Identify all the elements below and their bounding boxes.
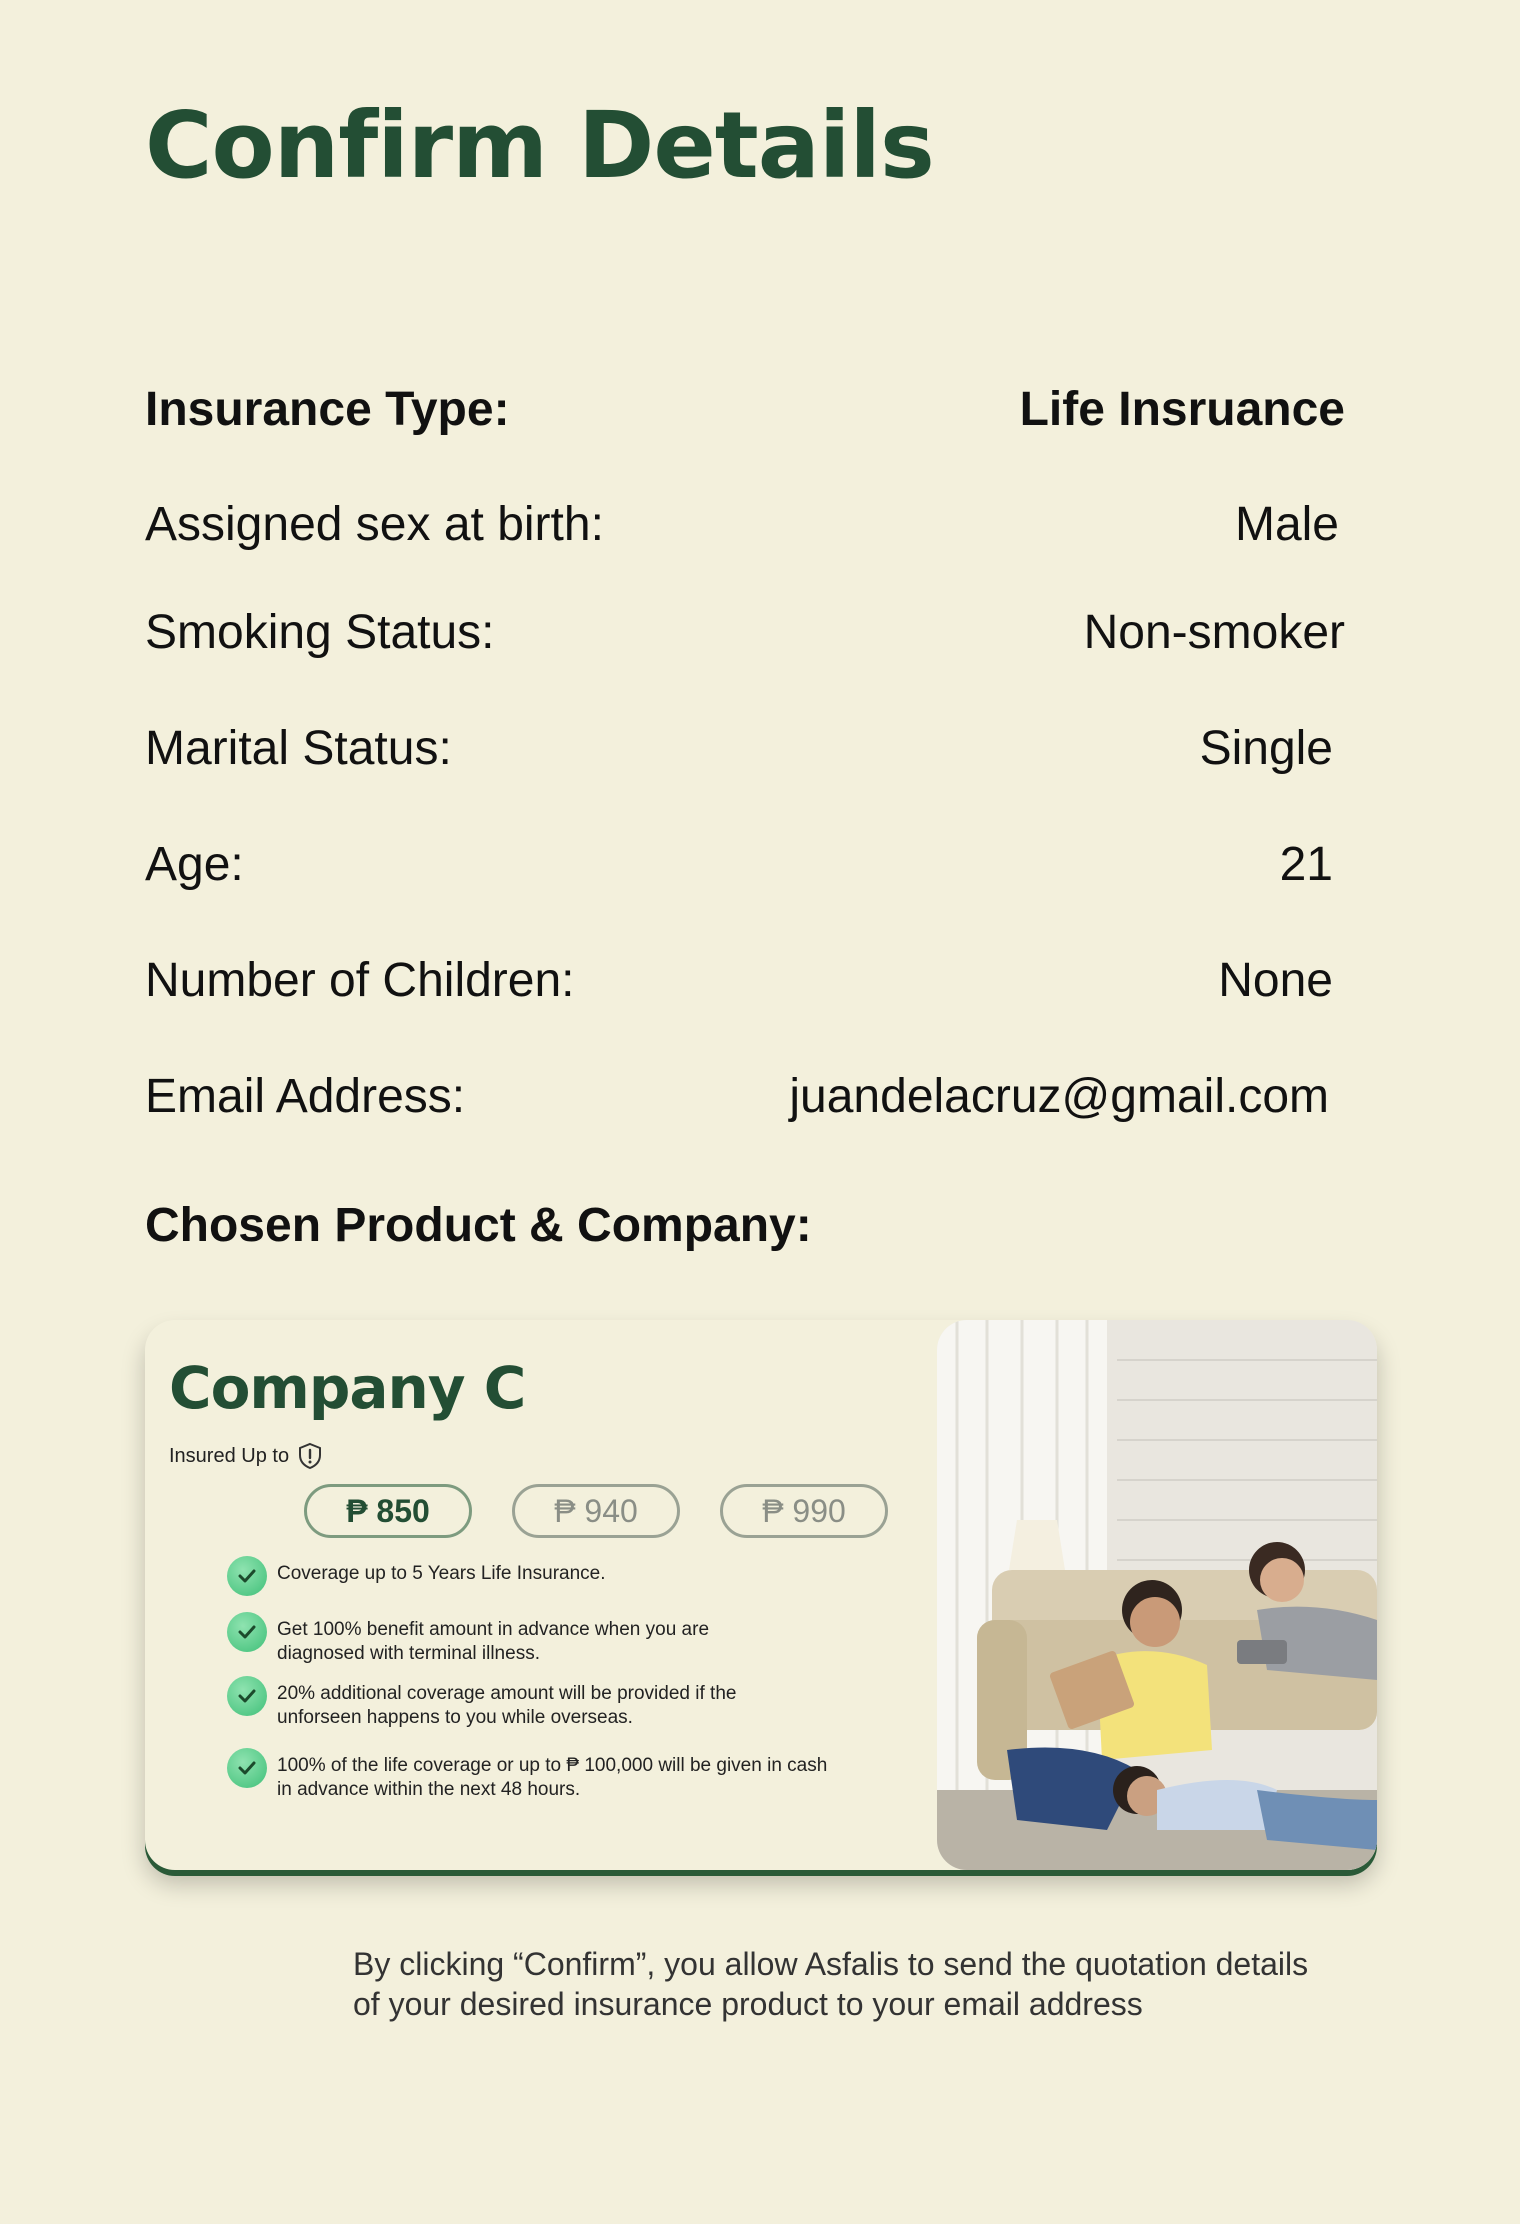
check-circle-icon	[227, 1556, 267, 1596]
detail-label: Email Address:	[145, 1070, 466, 1123]
insured-up-to: Insured Up to	[169, 1442, 323, 1470]
price-option-940[interactable]: ₱ 940	[512, 1484, 680, 1538]
detail-row-sex: Assigned sex at birth: Male	[145, 497, 1345, 552]
detail-label: Smoking Status:	[145, 606, 495, 659]
check-circle-icon	[227, 1676, 267, 1716]
detail-row-smoking: Smoking Status: Non-smoker	[145, 605, 1345, 660]
detail-label: Marital Status:	[145, 722, 452, 775]
detail-value: Non-smoker	[1083, 606, 1345, 659]
detail-label: Insurance Type:	[145, 383, 510, 436]
detail-value: Life Insruance	[1019, 383, 1345, 436]
feature-item: Get 100% benefit amount in advance when …	[227, 1612, 777, 1666]
company-name: Company C	[169, 1354, 526, 1422]
product-card[interactable]: Company C Insured Up to ₱ 850 ₱ 940 ₱ 99…	[145, 1320, 1377, 1870]
price-option-990[interactable]: ₱ 990	[720, 1484, 888, 1538]
price-options: ₱ 850 ₱ 940 ₱ 990	[304, 1484, 888, 1538]
consent-notice: By clicking “Confirm”, you allow Asfalis…	[353, 1946, 1309, 2022]
detail-row-insurance-type: Insurance Type: Life Insruance	[145, 382, 1345, 437]
detail-label: Age:	[145, 838, 244, 891]
detail-label: Number of Children:	[145, 954, 575, 1007]
feature-text: Get 100% benefit amount in advance when …	[277, 1619, 710, 1664]
check-circle-icon	[227, 1748, 267, 1788]
price-option-850[interactable]: ₱ 850	[304, 1484, 472, 1538]
detail-row-marital: Marital Status: Single	[145, 721, 1345, 776]
detail-value: None	[1218, 954, 1333, 1007]
detail-row-age: Age: 21	[145, 837, 1345, 892]
check-circle-icon	[227, 1612, 267, 1652]
detail-value: Single	[1199, 722, 1333, 775]
family-photo-illustration	[937, 1320, 1377, 1870]
shield-alert-icon	[299, 1442, 322, 1470]
feature-item: 20% additional coverage amount will be p…	[227, 1676, 797, 1730]
feature-text: Coverage up to 5 Years Life Insurance.	[277, 1563, 606, 1584]
feature-item: 100% of the life coverage or up to ₱ 100…	[227, 1748, 837, 1802]
insured-label: Insured Up to	[169, 1444, 290, 1467]
feature-item: Coverage up to 5 Years Life Insurance.	[227, 1556, 606, 1596]
feature-text: 100% of the life coverage or up to ₱ 100…	[277, 1755, 828, 1800]
chosen-product-heading: Chosen Product & Company:	[145, 1199, 812, 1252]
feature-text: 20% additional coverage amount will be p…	[277, 1683, 737, 1728]
detail-row-email: Email Address: juandelacruz@gmail.com	[145, 1069, 1345, 1124]
detail-value: Male	[1234, 498, 1339, 551]
detail-value: 21	[1279, 838, 1333, 891]
detail-label: Assigned sex at birth:	[145, 498, 604, 551]
family-photo	[937, 1320, 1377, 1870]
detail-value: juandelacruz@gmail.com	[789, 1070, 1329, 1123]
page-title: Confirm Details	[145, 92, 935, 199]
detail-row-children: Number of Children: None	[145, 953, 1345, 1008]
